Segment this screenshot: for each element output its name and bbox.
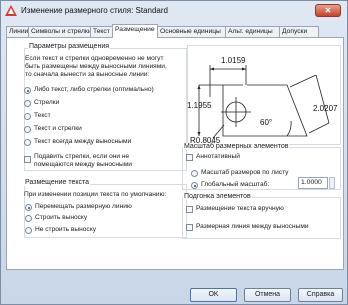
preview-pane: 1.0159 1.1955 2.0207 60° R0.8045 <box>187 45 341 145</box>
dimension-style-dialog: Изменение размерного стиля: Standard ✕ Л… <box>0 0 348 305</box>
global-scale-label[interactable]: Глобальный масштаб: <box>201 180 269 189</box>
annotative-label[interactable]: Аннотативный <box>196 152 240 161</box>
tab-fit[interactable]: Размещение <box>112 24 158 38</box>
scale-title: Масштаб размерных элементов <box>183 143 290 150</box>
draw-dim-line-checkbox[interactable] <box>186 224 193 231</box>
radio-no-leader[interactable] <box>25 227 32 234</box>
tab-symbols-arrows[interactable]: Символы и стрелки <box>28 26 91 37</box>
option-text-or-arrows[interactable]: Либо текст, либо стрелки (оптимально) <box>34 85 154 94</box>
option-leader[interactable]: Строить выноску <box>35 213 87 222</box>
tab-primary-units[interactable]: Основные единицы <box>157 26 226 37</box>
global-scale-input[interactable]: 1.0000 <box>298 177 328 189</box>
manual-placement-checkbox[interactable] <box>186 206 193 213</box>
preview-dim-right: 2.0207 <box>313 104 338 113</box>
option-no-leader[interactable]: Не строить выноску <box>35 225 96 234</box>
fine-tuning-title: Подгонка элементов <box>183 193 252 200</box>
tab-text[interactable]: Текст <box>90 26 113 37</box>
radio-global-scale[interactable] <box>191 182 198 189</box>
radio-text[interactable] <box>24 113 31 120</box>
tab-tolerances[interactable]: Допуски <box>279 26 319 37</box>
fit-options-title: Параметры размещения <box>28 43 111 50</box>
suppress-arrows-checkbox[interactable] <box>24 156 31 163</box>
option-arrows[interactable]: Стрелки <box>34 98 59 107</box>
tab-bar: Линии Символы и стрелки Текст Размещение… <box>6 24 346 38</box>
close-button[interactable]: ✕ <box>315 4 341 17</box>
tab-lines[interactable]: Линии <box>6 26 29 37</box>
tab-alt-units[interactable]: Альт. единицы <box>225 26 280 37</box>
cancel-button[interactable]: Отмена <box>244 288 291 302</box>
option-text-and-arrows[interactable]: Текст и стрелки <box>34 124 82 133</box>
radio-scale-to-layout[interactable] <box>191 170 198 177</box>
radio-text-or-arrows[interactable] <box>24 87 31 94</box>
title-bar: Изменение размерного стиля: Standard ✕ <box>1 1 347 21</box>
ok-button[interactable]: OK <box>190 288 237 302</box>
text-placement-subtitle: При изменении позиции текста по умолчани… <box>24 191 167 198</box>
option-move-dim-line[interactable]: Перемещать размерную линию <box>35 202 132 211</box>
preview-dim-left: 1.1955 <box>187 101 212 110</box>
window-title: Изменение размерного стиля: Standard <box>21 6 168 15</box>
radio-leader[interactable] <box>25 215 32 222</box>
annotative-checkbox[interactable] <box>186 154 193 161</box>
radio-text-and-arrows[interactable] <box>24 126 31 133</box>
preview-angle: 60° <box>260 118 272 127</box>
radio-move-dim-line[interactable] <box>25 204 32 211</box>
radio-keep-text-between[interactable] <box>24 139 31 146</box>
help-button[interactable]: Справка <box>298 288 343 302</box>
text-placement-title: Размещение текста <box>24 179 91 186</box>
scale-to-layout-label[interactable]: Масштаб размеров по листу <box>201 168 288 177</box>
app-icon <box>5 5 17 16</box>
radio-arrows[interactable] <box>24 100 31 107</box>
manual-placement-label[interactable]: Размещение текста вручную <box>196 204 284 213</box>
option-keep-text-between[interactable]: Текст всегда между выносными <box>34 137 131 146</box>
fit-description-3: то сначала вынести за выносные линии: <box>25 71 150 78</box>
global-scale-spinner[interactable] <box>329 177 335 189</box>
option-text[interactable]: Текст <box>34 111 51 120</box>
preview-dim-top: 1.0159 <box>221 56 246 65</box>
suppress-arrows-label-2: помещаются между выносными <box>34 161 132 168</box>
draw-dim-line-label[interactable]: Размерная линия между выносными <box>196 222 309 231</box>
